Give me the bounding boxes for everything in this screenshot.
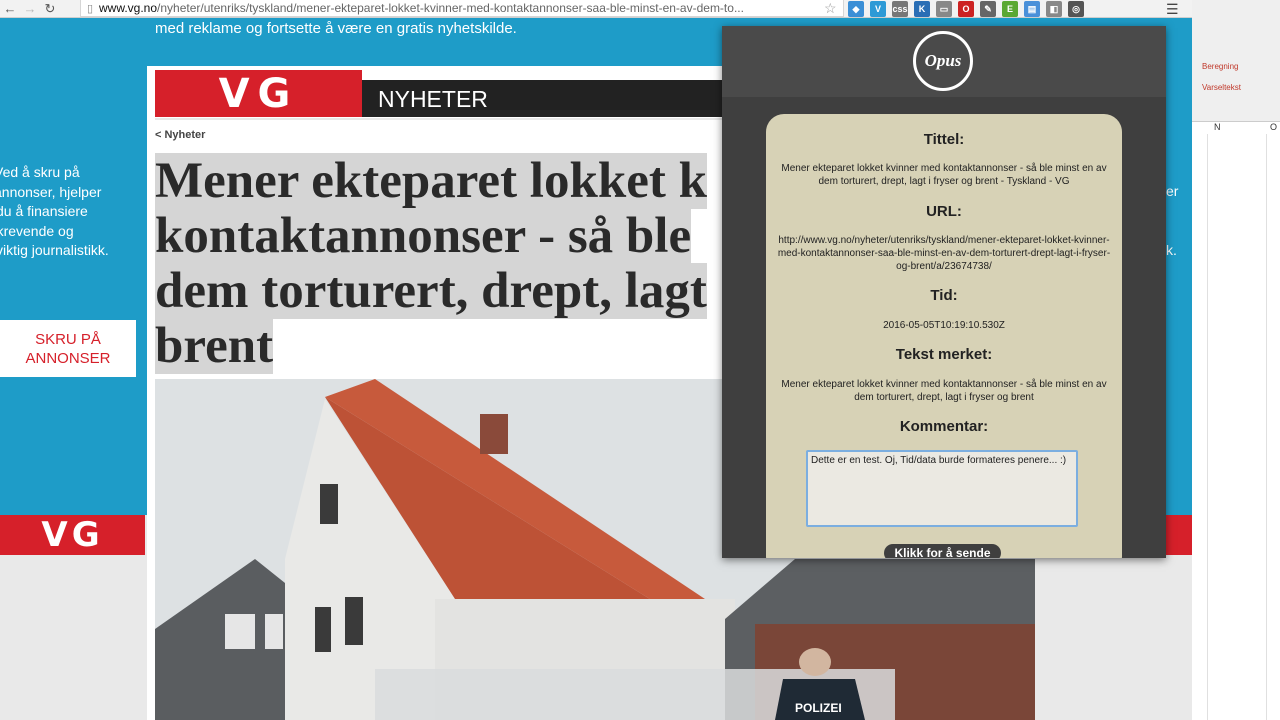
screen: { "browser": { "back_icon": "back-arrow-… <box>0 0 1280 720</box>
spreadsheet-window: Beregning Varseltekst N O <box>1192 0 1280 720</box>
banner-line: kvalitetskrevende og <box>0 222 74 239</box>
sheet-label-beregning[interactable]: Beregning <box>1202 62 1238 71</box>
url-path: /nyheter/utenriks/tyskland/mener-ektepar… <box>157 1 744 15</box>
comment-field[interactable]: Dette er en test. Oj, Tid/data burde for… <box>806 450 1078 527</box>
enable-ads-button[interactable]: SKRU PÅ ANNONSER <box>0 320 136 377</box>
cast-icon[interactable]: ▭ <box>936 1 952 17</box>
enable-ads-label-2: ANNONSER <box>25 350 111 367</box>
spreadsheet-ribbon <box>1192 0 1280 122</box>
evernote-icon[interactable]: E <box>1002 1 1018 17</box>
headline-text: dem torturert, drept, lagt <box>155 263 707 319</box>
bookmark-star-icon[interactable]: ☆ <box>824 0 837 17</box>
banner-line: Ved å skru på <box>0 164 80 180</box>
title-value: Mener ekteparet lokket kvinner med konta… <box>781 163 1107 187</box>
vg-logo-left[interactable]: VG <box>0 515 145 555</box>
opera-icon[interactable]: O <box>958 1 974 17</box>
opus-extension-icon[interactable]: ◎ <box>1068 1 1084 17</box>
hamburger-menu-icon[interactable]: ☰ <box>1166 1 1179 18</box>
column-header-o[interactable]: O <box>1270 122 1277 134</box>
k-icon[interactable]: K <box>914 1 930 17</box>
headline-text: kontaktannonser - så ble <box>155 208 692 264</box>
time-label: Tid: <box>930 287 958 304</box>
enable-ads-label-1: SKRU PÅ <box>35 331 101 348</box>
popup-card: Tittel: Mener ekteparet lokket kvinner m… <box>766 114 1122 558</box>
column-header-n[interactable]: N <box>1214 122 1221 134</box>
send-button[interactable]: Klikk for å sende <box>884 544 1001 558</box>
banner-line: du å finansiere <box>0 203 88 219</box>
banner-right-text: k. <box>1166 242 1177 258</box>
selected-text-value: Mener ekteparet lokket kvinner med konta… <box>781 379 1107 403</box>
title-label: Tittel: <box>923 131 965 148</box>
opus-popup: Opus Tittel: Mener ekteparet lokket kvin… <box>722 26 1166 558</box>
banner-top-text: med reklame og fortsette å være en grati… <box>155 20 517 37</box>
headline-text: Mener ekteparet lokket k <box>155 153 707 209</box>
tag-icon[interactable]: ◧ <box>1046 1 1062 17</box>
sheet-label-varseltekst[interactable]: Varseltekst <box>1202 83 1241 92</box>
url-host: www.vg.no <box>99 1 158 15</box>
url-value: http://www.vg.no/nyheter/utenriks/tyskla… <box>777 235 1111 272</box>
comment-label: Kommentar: <box>899 418 989 435</box>
police-badge-text: POLIZEI <box>795 701 842 715</box>
address-bar[interactable]: ▯ www.vg.no/nyheter/utenriks/tyskland/me… <box>80 0 844 17</box>
vimeo-icon[interactable]: V <box>870 1 886 17</box>
grid-line <box>1266 134 1267 720</box>
extension-icons: ◆ Vcss K ▭ O ✎ E ▤ ◧ ◎ <box>848 1 1084 17</box>
vg-logo[interactable]: VG <box>155 70 362 117</box>
back-arrow-icon[interactable]: ← <box>0 0 20 18</box>
url-label: URL: <box>926 203 962 220</box>
doc-icon[interactable]: ▤ <box>1024 1 1040 17</box>
breadcrumb[interactable]: < Nyheter <box>155 129 205 141</box>
popup-header: Opus <box>722 26 1166 97</box>
reload-icon[interactable]: ↻ <box>40 0 60 18</box>
banner-line: viktig journalistikk. <box>0 242 109 258</box>
forward-arrow-icon[interactable]: → <box>20 0 40 18</box>
time-value: 2016-05-05T10:19:10.530Z <box>883 320 1005 331</box>
selected-text-label: Tekst merket: <box>895 346 993 363</box>
opus-logo: Opus <box>913 31 973 91</box>
dropbox-icon[interactable]: ◆ <box>848 1 864 17</box>
page-icon: ▯ <box>86 2 94 15</box>
headline-text: brent <box>155 318 274 374</box>
eyedropper-icon[interactable]: ✎ <box>980 1 996 17</box>
vg-logo-right[interactable] <box>1166 515 1192 555</box>
section-name[interactable]: NYHETER <box>378 86 488 113</box>
css-icon[interactable]: css <box>892 1 908 17</box>
grid-line <box>1207 134 1208 720</box>
banner-line: annonser, hjelper <box>0 183 102 200</box>
banner-left-text: Ved å skru på annonser, hjelper du å fin… <box>0 163 140 261</box>
banner-right-text: er <box>1166 183 1179 199</box>
